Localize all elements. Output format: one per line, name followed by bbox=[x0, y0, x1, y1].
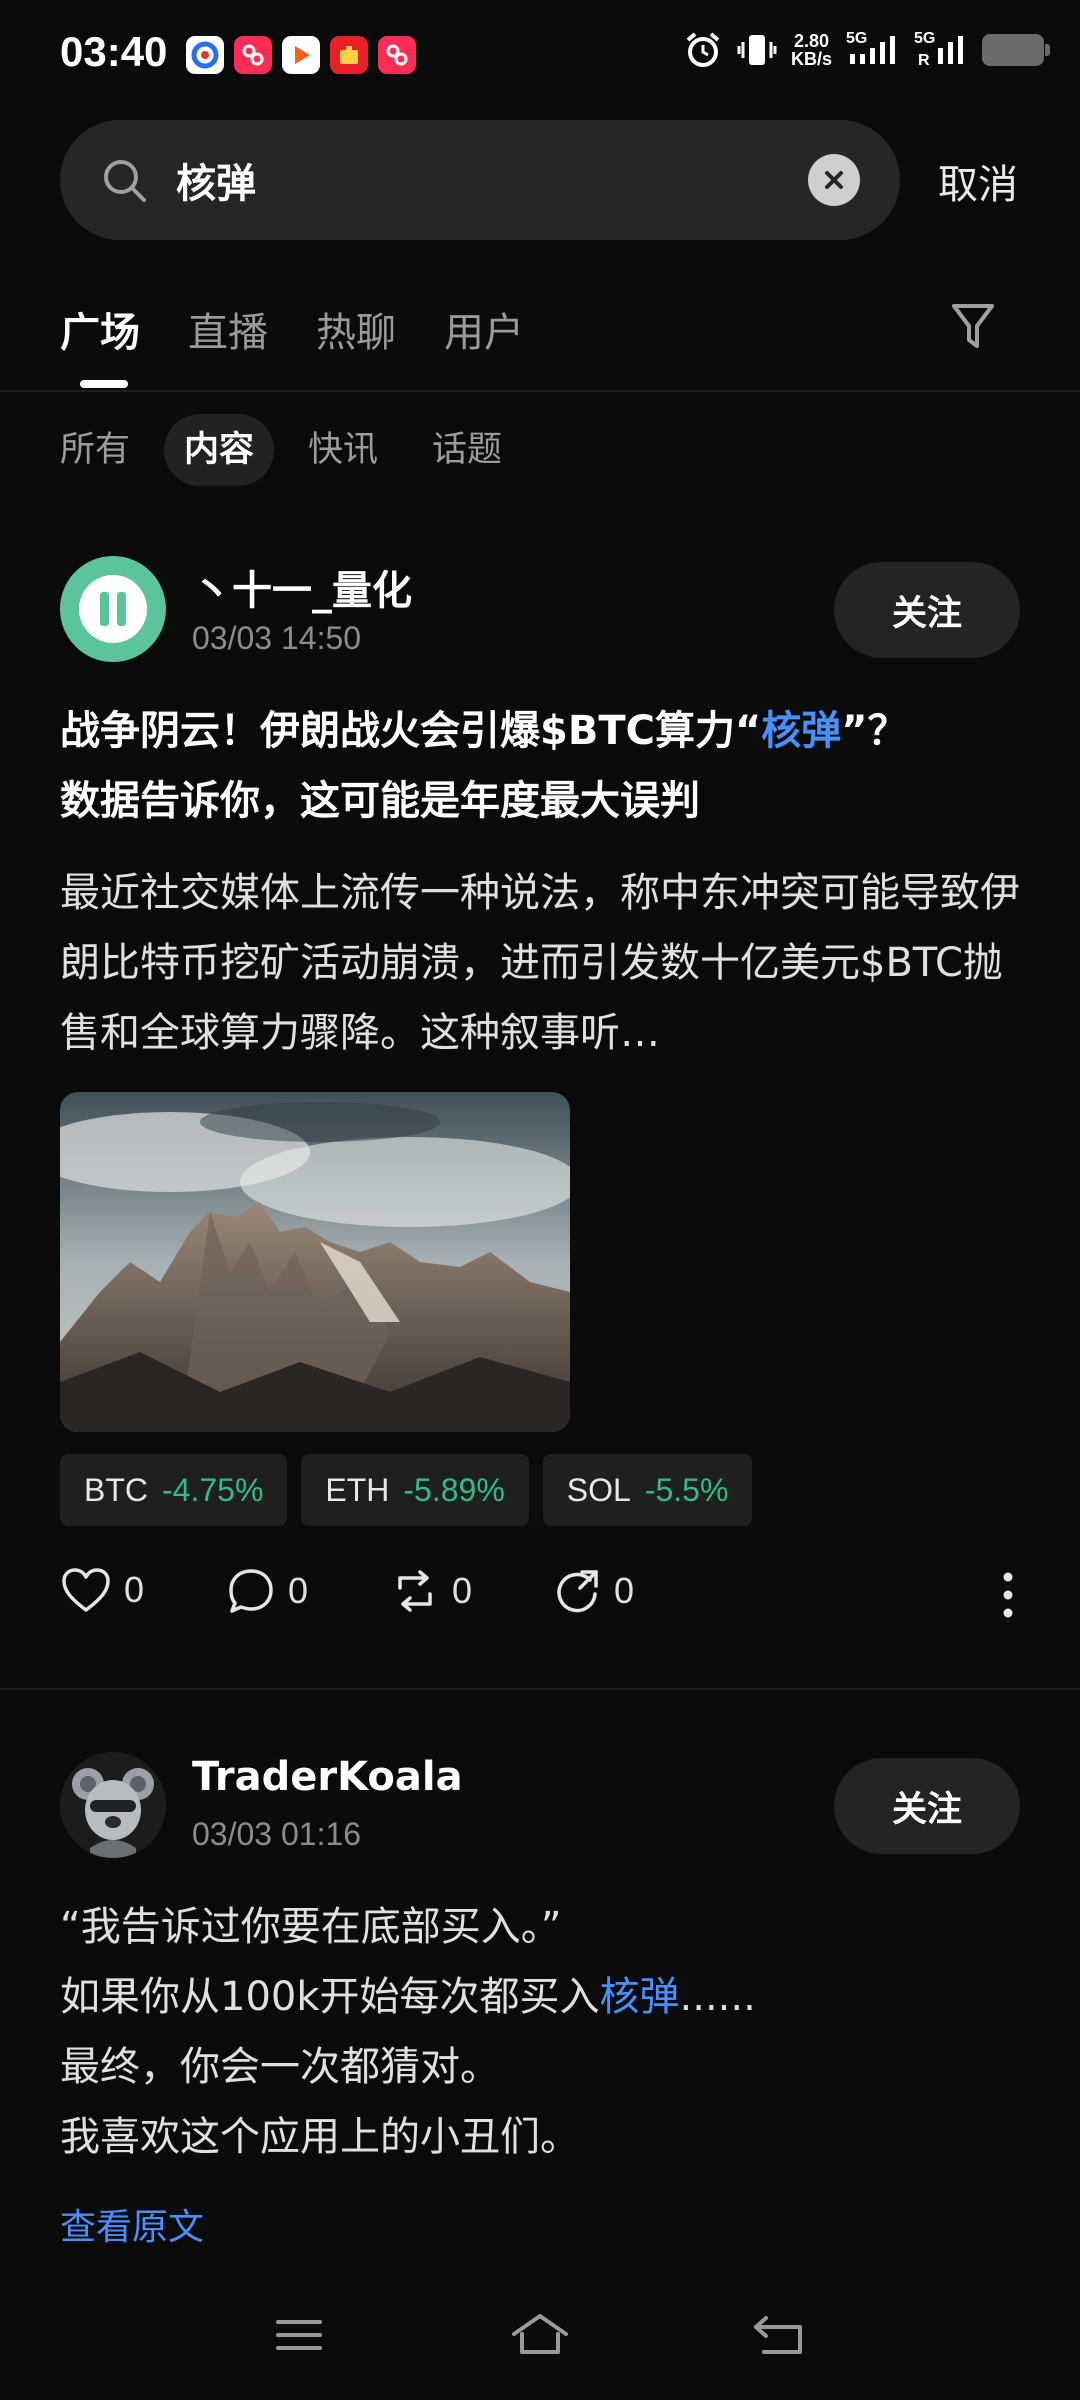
search-input[interactable] bbox=[174, 144, 734, 216]
signal-1: 5G bbox=[846, 30, 900, 70]
subtab-content[interactable]: 内容 bbox=[164, 414, 275, 486]
tab-label: 广场 bbox=[60, 310, 140, 356]
post-line: “我告诉过你要在底部买入。” bbox=[60, 1904, 562, 1950]
ticker-tag[interactable]: ETH -5.89% bbox=[301, 1454, 529, 1526]
post-line: 如果你从100k开始每次都买入核弹...... bbox=[60, 1962, 1020, 2032]
menu-icon[interactable] bbox=[274, 2310, 324, 2360]
ticker-tags: BTC -4.75% ETH -5.89% SOL -5.5% bbox=[60, 1454, 753, 1526]
back-icon[interactable] bbox=[752, 2310, 806, 2360]
clear-search-icon[interactable] bbox=[808, 154, 860, 206]
view-original-link[interactable]: 查看原文 bbox=[60, 2198, 204, 2250]
post-title[interactable]: 战争阴云！伊朗战火会引爆$BTC算力“核弹”？ 数据告诉你，这可能是年度最大误判 bbox=[60, 696, 1020, 836]
title-text: 战争阴云！伊朗战火会引爆$BTC算力“ bbox=[60, 708, 762, 754]
tab-hot-chat[interactable]: 热聊 bbox=[316, 300, 396, 380]
author-name[interactable]: 丶十一_量化 bbox=[192, 558, 412, 616]
app-notification-icon bbox=[186, 36, 224, 74]
post-line: 最终，你会一次都猜对。 bbox=[60, 2044, 500, 2090]
mountain-photo bbox=[60, 1092, 570, 1432]
like-count: 0 bbox=[124, 1569, 145, 1610]
filter-icon[interactable] bbox=[950, 302, 996, 352]
post-text: 如果你从100k开始每次都买入 bbox=[60, 1974, 600, 2020]
title-keyword-highlight: 核弹 bbox=[761, 708, 842, 754]
battery-icon bbox=[982, 34, 1050, 66]
follow-button[interactable]: 关注 bbox=[834, 562, 1020, 658]
status-app-icons bbox=[186, 36, 416, 74]
like-button[interactable]: 0 bbox=[60, 1566, 144, 1614]
cancel-button[interactable]: 取消 bbox=[938, 152, 1018, 210]
repost-icon bbox=[398, 1570, 432, 1612]
subtab-all[interactable]: 所有 bbox=[40, 414, 150, 486]
title-text: 数据告诉你，这可能是年度最大误判 bbox=[60, 778, 700, 824]
app-notification-icon bbox=[234, 36, 272, 74]
status-indicators: 2.80 KB/s 5G 5G R bbox=[683, 30, 1050, 70]
net-speed-value: 2.80 bbox=[793, 31, 830, 51]
tabs-divider bbox=[0, 390, 1080, 392]
home-icon[interactable] bbox=[510, 2310, 570, 2360]
post-body[interactable]: 最近社交媒体上流传一种说法，称中东冲突可能导致伊朗比特币挖矿活动崩溃，进而引发数… bbox=[60, 858, 1020, 1068]
tab-label: 热聊 bbox=[316, 310, 396, 356]
avatar[interactable] bbox=[60, 556, 166, 662]
ticker-change: -5.89% bbox=[403, 1471, 505, 1508]
app-notification-icon bbox=[282, 36, 320, 74]
status-bar: 03:40 2.80 KB/s 5G 5G R bbox=[0, 0, 1080, 110]
post-card[interactable]: TraderKoala 03/03 01:16 关注 “我告诉过你要在底部买入。… bbox=[60, 1752, 1020, 2252]
net-speed-unit: KB/s bbox=[790, 49, 832, 69]
signal-bars-icon bbox=[850, 36, 895, 64]
heart-icon bbox=[62, 1568, 110, 1612]
tab-label: 直播 bbox=[188, 310, 268, 356]
system-nav-bar bbox=[0, 2280, 1080, 2400]
active-tab-indicator bbox=[80, 380, 128, 388]
network-speed: 2.80 KB/s bbox=[791, 32, 832, 68]
author-name[interactable]: TraderKoala bbox=[192, 1754, 463, 1800]
post-divider bbox=[0, 1688, 1080, 1690]
tab-square[interactable]: 广场 bbox=[60, 300, 140, 388]
repost-count: 0 bbox=[452, 1570, 473, 1611]
share-count: 0 bbox=[614, 1570, 635, 1611]
sub-tabs: 所有 内容 快讯 话题 bbox=[40, 414, 522, 486]
ticker-symbol: BTC bbox=[84, 1471, 148, 1508]
repost-button[interactable]: 0 bbox=[390, 1566, 472, 1616]
search-icon bbox=[104, 160, 146, 202]
ticker-tag[interactable]: SOL -5.5% bbox=[542, 1454, 753, 1526]
signal-bars-icon bbox=[938, 36, 963, 64]
tab-users[interactable]: 用户 bbox=[444, 300, 524, 380]
koala-avatar-icon bbox=[60, 1752, 166, 1858]
share-button[interactable]: 0 bbox=[552, 1566, 634, 1616]
pause-logo-icon bbox=[79, 575, 147, 643]
app-notification-icon bbox=[378, 36, 416, 74]
ticker-change: -4.75% bbox=[162, 1471, 264, 1508]
title-text: ”？ bbox=[841, 708, 908, 754]
follow-button[interactable]: 关注 bbox=[834, 1758, 1020, 1854]
tab-label: 用户 bbox=[444, 310, 524, 356]
comment-count: 0 bbox=[288, 1570, 309, 1611]
more-options-icon[interactable] bbox=[1002, 1570, 1014, 1620]
post-body[interactable]: “我告诉过你要在底部买入。” 如果你从100k开始每次都买入核弹...... 最… bbox=[60, 1892, 1020, 2172]
post-text: ...... bbox=[679, 1974, 756, 2020]
app-notification-icon bbox=[330, 36, 368, 74]
ticker-change: -5.5% bbox=[644, 1471, 729, 1508]
post-actions: 0 0 0 0 bbox=[60, 1566, 1020, 1626]
body-keyword-highlight: 核弹 bbox=[599, 1974, 680, 2020]
signal-2: 5G R bbox=[914, 30, 968, 70]
post-time: 03/03 01:16 bbox=[192, 1816, 362, 1852]
comment-icon bbox=[229, 1569, 273, 1613]
ticker-symbol: SOL bbox=[566, 1471, 631, 1508]
main-tabs: 广场 直播 热聊 用户 bbox=[60, 300, 572, 388]
search-box[interactable] bbox=[60, 120, 900, 240]
post-card[interactable]: 丶十一_量化 03/03 14:50 关注 战争阴云！伊朗战火会引爆$BTC算力… bbox=[60, 556, 1020, 1636]
share-icon bbox=[557, 1570, 598, 1613]
post-line: 我喜欢这个应用上的小丑们。 bbox=[60, 2114, 580, 2160]
vibrate-icon bbox=[737, 35, 777, 65]
tab-live[interactable]: 直播 bbox=[188, 300, 268, 380]
subtab-topics[interactable]: 话题 bbox=[412, 414, 522, 486]
subtab-news[interactable]: 快讯 bbox=[288, 414, 398, 486]
comment-button[interactable]: 0 bbox=[226, 1566, 308, 1616]
alarm-icon bbox=[686, 32, 720, 67]
ticker-tag[interactable]: BTC -4.75% bbox=[60, 1454, 288, 1526]
status-time: 03:40 bbox=[60, 28, 168, 75]
ticker-symbol: ETH bbox=[325, 1471, 390, 1508]
avatar[interactable] bbox=[60, 1752, 166, 1858]
post-image-mountains[interactable] bbox=[60, 1092, 570, 1432]
post-time: 03/03 14:50 bbox=[192, 620, 362, 656]
